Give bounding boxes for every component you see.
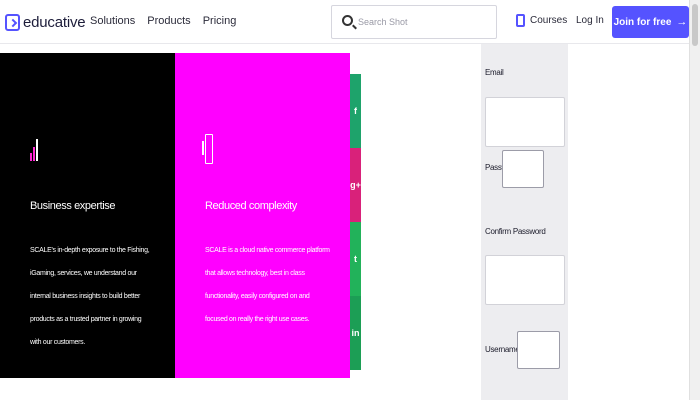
top-nav-bar: educative Solutions Products Pricing Cou… xyxy=(0,0,700,44)
username-field[interactable] xyxy=(517,331,560,369)
search-box[interactable] xyxy=(331,5,497,39)
feature-description: SCALE is a cloud native commerce platfor… xyxy=(205,247,330,323)
mobile-phone-icon xyxy=(202,134,213,164)
nav-solutions[interactable]: Solutions xyxy=(90,15,135,27)
facebook-icon[interactable]: f xyxy=(350,74,361,148)
scrollbar-thumb[interactable] xyxy=(692,4,698,46)
courses-link[interactable]: Courses xyxy=(516,14,567,27)
courses-label: Courses xyxy=(530,15,568,26)
nav-products[interactable]: Products xyxy=(147,15,190,27)
twitter-icon[interactable]: t xyxy=(350,222,361,296)
google-plus-icon[interactable]: g+ xyxy=(350,148,361,222)
feature-card-reduced-complexity: Reduced complexity SCALE is a cloud nati… xyxy=(175,53,350,378)
confirm-password-label: Confirm Password xyxy=(485,227,546,236)
join-for-free-button[interactable]: Join for free → xyxy=(612,6,689,38)
login-link[interactable]: Log In xyxy=(576,15,604,26)
vertical-scrollbar[interactable] xyxy=(689,0,700,400)
search-icon xyxy=(342,15,353,26)
search-input[interactable] xyxy=(358,12,488,32)
social-share-bar: f g+ t in xyxy=(350,74,361,370)
linkedin-icon[interactable]: in xyxy=(350,296,361,370)
feature-title: Business expertise xyxy=(30,200,116,212)
feature-description: SCALE's in-depth exposure to the Fishing… xyxy=(30,247,150,346)
email-label: Email xyxy=(485,68,504,77)
confirm-password-field[interactable] xyxy=(485,255,565,305)
terminal-logo-icon xyxy=(5,13,20,31)
educative-logo[interactable]: educative xyxy=(5,11,86,33)
logo-text: educative xyxy=(23,13,86,31)
feature-card-business-expertise: Business expertise SCALE's in-depth expo… xyxy=(0,53,175,378)
page: educative Solutions Products Pricing Cou… xyxy=(0,0,700,400)
email-field[interactable] xyxy=(485,97,565,147)
nav-pricing[interactable]: Pricing xyxy=(203,15,237,27)
arrow-right-icon: → xyxy=(676,16,688,28)
join-label: Join for free xyxy=(613,16,672,28)
signup-form: Email Password Confirm Password Username… xyxy=(481,44,568,400)
bar-chart-icon xyxy=(30,135,40,161)
main-nav: Solutions Products Pricing xyxy=(90,15,236,27)
book-icon xyxy=(516,14,525,27)
feature-title: Reduced complexity xyxy=(205,200,297,212)
password-field[interactable] xyxy=(502,150,544,188)
